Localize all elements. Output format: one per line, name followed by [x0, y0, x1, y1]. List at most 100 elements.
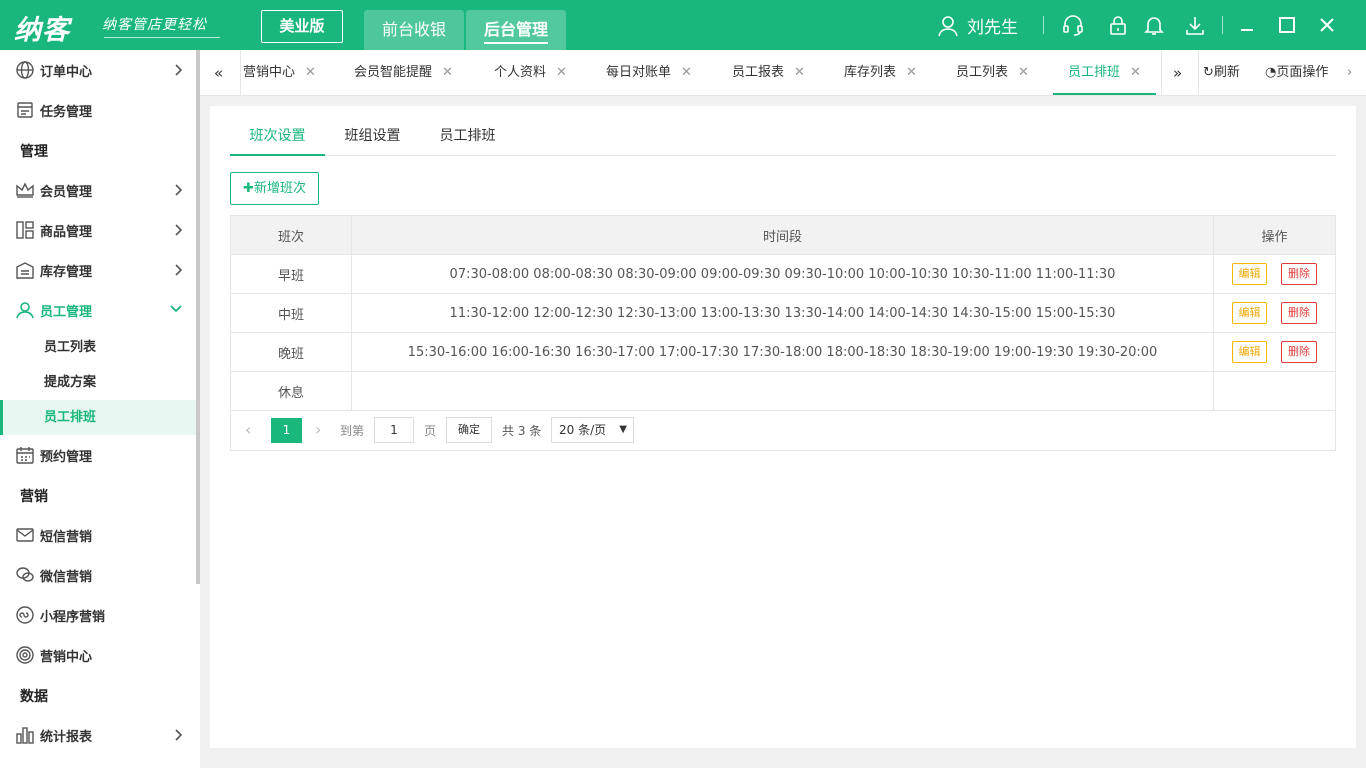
gauge-icon: ◔ [1265, 65, 1277, 80]
subtab-shift-settings[interactable]: 班次设置 [230, 120, 325, 156]
edit-button[interactable]: 编辑 [1232, 302, 1267, 324]
mail-icon [16, 528, 34, 542]
miniapp-icon [16, 606, 34, 624]
headset-icon[interactable] [1062, 14, 1084, 36]
tab-close-icon[interactable]: ✕ [1018, 65, 1029, 80]
sidebar-scrollbar[interactable] [196, 50, 200, 584]
edit-button[interactable]: 编辑 [1232, 341, 1267, 363]
column-header-shift: 班次 [230, 215, 352, 255]
refresh-button[interactable]: ↻刷新 [1203, 50, 1240, 95]
sidebar-subitem-commission[interactable]: 提成方案 [0, 365, 196, 400]
tab-stock-list[interactable]: 库存列表 ✕ [844, 50, 917, 95]
subtab-staff-schedule[interactable]: 员工排班 [420, 120, 515, 156]
prev-page-icon[interactable]: ‹ [245, 420, 251, 439]
tab-profile[interactable]: 个人资料 ✕ [494, 50, 567, 95]
sidebar-item-stats-report[interactable]: 统计报表 [0, 715, 196, 755]
minimize-icon[interactable] [1236, 14, 1258, 36]
edit-button[interactable]: 编辑 [1232, 263, 1267, 285]
sidebar-item-label: 统计报表 [40, 729, 93, 745]
current-page[interactable]: 1 [271, 418, 302, 443]
divider [1222, 16, 1223, 34]
goto-confirm-button[interactable]: 确定 [446, 417, 492, 443]
shift-table: 班次 时间段 操作 早班 07:30-08:00 08:00-08:30 08:… [230, 215, 1336, 411]
tab-close-icon[interactable]: ✕ [906, 65, 917, 80]
sidebar-item-marketing-center[interactable]: 营销中心 [0, 635, 196, 675]
plus-icon: ✚ [243, 181, 254, 196]
sidebar-item-staff-mgmt[interactable]: 员工管理 [0, 290, 196, 330]
task-icon [17, 102, 33, 118]
shift-name: 中班 [230, 293, 352, 333]
sidebar-item-wechat-marketing[interactable]: 微信营销 [0, 555, 196, 595]
sidebar-item-order-center[interactable]: 订单中心 [0, 50, 196, 90]
user-menu[interactable]: 刘先生 [937, 13, 1018, 38]
table-header-row: 班次 时间段 操作 [230, 215, 1336, 255]
divider [240, 50, 241, 95]
tab-close-icon[interactable]: ✕ [556, 65, 567, 80]
table-row: 晚班 15:30-16:00 16:00-16:30 16:30-17:00 1… [230, 332, 1336, 372]
add-shift-button[interactable]: ✚新增班次 [230, 172, 319, 205]
sidebar-section-manage: 管理 [20, 144, 48, 160]
tabs-scroll-right[interactable]: » [1173, 50, 1182, 95]
close-icon[interactable] [1316, 14, 1338, 36]
edition-badge[interactable]: 美业版 [261, 10, 343, 43]
next-page-icon[interactable]: › [315, 420, 321, 439]
lock-icon[interactable] [1107, 14, 1129, 36]
sidebar-item-member-mgmt[interactable]: 会员管理 [0, 170, 196, 210]
nav-back-office[interactable]: 后台管理 [466, 10, 566, 50]
crown-icon [16, 182, 34, 198]
target-icon [16, 646, 34, 664]
row-actions [1213, 371, 1336, 411]
tab-close-icon[interactable]: ✕ [1130, 65, 1141, 80]
sidebar-section-data: 数据 [20, 689, 48, 705]
tabs-scroll-left[interactable]: « [214, 50, 223, 95]
sidebar-item-booking-mgmt[interactable]: 预约管理 [0, 435, 196, 475]
tab-daily-statement[interactable]: 每日对账单 ✕ [606, 50, 692, 95]
download-icon[interactable] [1184, 14, 1206, 36]
sidebar-item-label: 微信营销 [40, 569, 93, 585]
maximize-icon[interactable] [1276, 14, 1298, 36]
delete-button[interactable]: 删除 [1281, 341, 1317, 363]
tabs-more-right[interactable]: › [1347, 50, 1352, 95]
chevron-right-icon [175, 224, 183, 236]
sidebar-subitem-staff-list[interactable]: 员工列表 [0, 330, 196, 365]
pagination: ‹ 1 › 到第 1 页 确定 共 3 条 20 条/页 ▼ [230, 410, 1336, 451]
subtab-group-settings[interactable]: 班组设置 [325, 120, 420, 156]
chevron-right-icon [175, 264, 183, 276]
tab-staff-report[interactable]: 员工报表 ✕ [732, 50, 805, 95]
tab-label: 会员智能提醒 [354, 65, 433, 80]
tab-close-icon[interactable]: ✕ [794, 65, 805, 80]
tab-label: 个人资料 [494, 65, 547, 80]
table-row: 早班 07:30-08:00 08:00-08:30 08:30-09:00 0… [230, 254, 1336, 294]
page-ops-button[interactable]: ◔页面操作 [1265, 50, 1328, 95]
refresh-label: 刷新 [1213, 65, 1240, 80]
nav-front-cashier[interactable]: 前台收银 [364, 10, 464, 50]
delete-button[interactable]: 删除 [1281, 302, 1317, 324]
sidebar-subitem-staff-schedule[interactable]: 员工排班 [0, 400, 196, 435]
sidebar-item-label: 商品管理 [40, 224, 93, 240]
sidebar-item-task-mgmt[interactable]: 任务管理 [0, 90, 196, 130]
sidebar-item-stock-mgmt[interactable]: 库存管理 [0, 250, 196, 290]
sidebar-item-goods-mgmt[interactable]: 商品管理 [0, 210, 196, 250]
delete-button[interactable]: 删除 [1281, 263, 1317, 285]
sidebar-item-sms-marketing[interactable]: 短信营销 [0, 515, 196, 555]
tab-staff-schedule[interactable]: 员工排班 ✕ [1053, 50, 1156, 95]
divider [1198, 50, 1199, 95]
caret-down-icon: ▼ [619, 424, 627, 435]
tab-close-icon[interactable]: ✕ [442, 65, 453, 80]
tab-marketing-center[interactable]: 营销中心 ✕ [243, 50, 316, 95]
user-icon [938, 15, 958, 36]
sidebar-item-miniapp-marketing[interactable]: 小程序营销 [0, 595, 196, 635]
calendar-icon [16, 447, 34, 464]
page-size-select[interactable]: 20 条/页 ▼ [551, 417, 634, 443]
tab-staff-list[interactable]: 员工列表 ✕ [956, 50, 1029, 95]
app-logo: 纳客 [14, 15, 70, 46]
goto-page-input[interactable]: 1 [374, 417, 414, 443]
tab-close-icon[interactable]: ✕ [305, 65, 316, 80]
slogan-underline [104, 37, 220, 38]
bell-icon[interactable] [1143, 14, 1165, 36]
sub-tabs: 班次设置 班组设置 员工排班 [230, 120, 1336, 156]
tab-close-icon[interactable]: ✕ [681, 65, 692, 80]
sidebar-section-marketing: 营销 [20, 489, 48, 505]
divider [1043, 16, 1044, 34]
tab-member-reminder[interactable]: 会员智能提醒 ✕ [354, 50, 453, 95]
